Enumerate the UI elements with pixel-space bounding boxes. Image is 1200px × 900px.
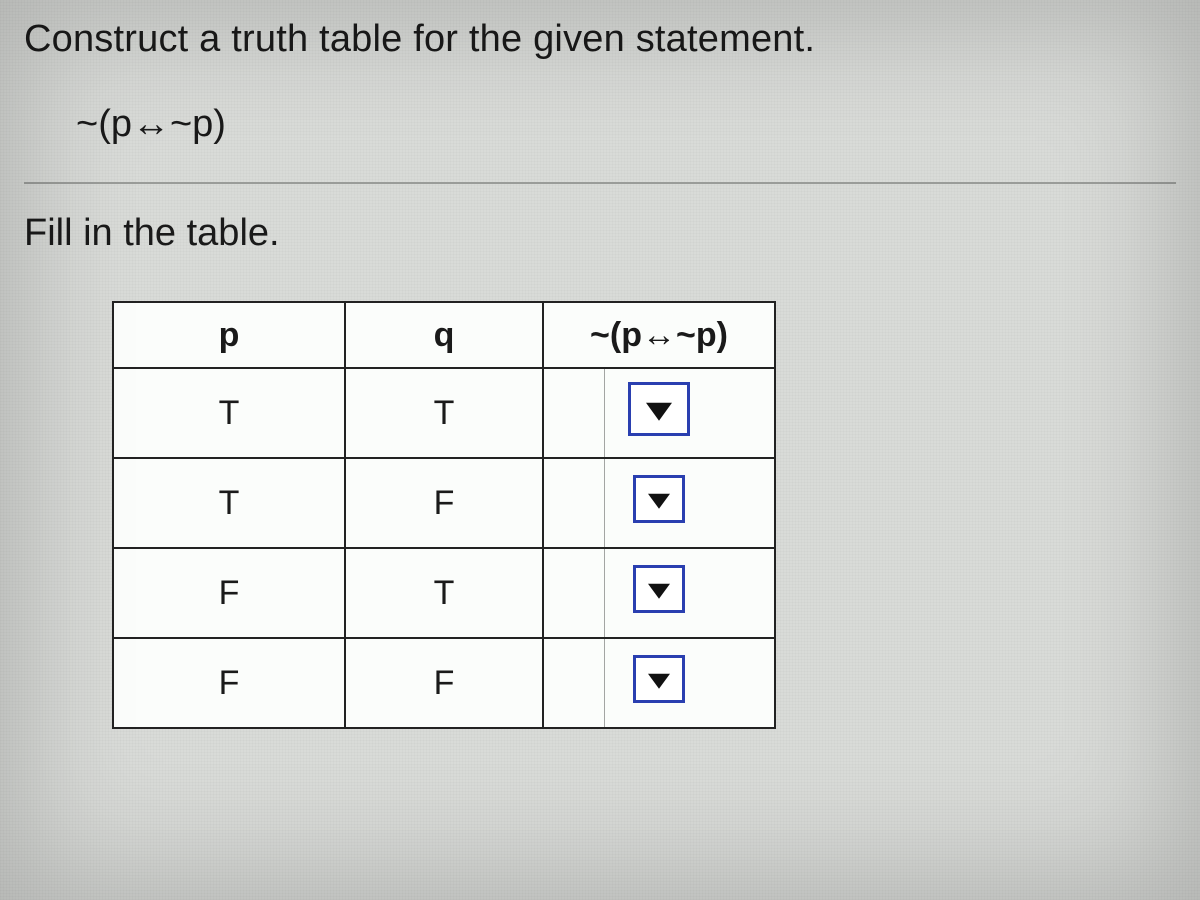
result-dropdown[interactable] (633, 475, 685, 523)
table-row: F F (113, 638, 775, 728)
section-divider (24, 182, 1176, 184)
result-dropdown[interactable] (633, 565, 685, 613)
instruction-text: Fill in the table. (24, 212, 1176, 255)
cell-p: F (113, 638, 345, 728)
cell-result (543, 548, 775, 638)
statement-expression: ~(p↔~p) (76, 103, 1176, 146)
cell-p: F (113, 548, 345, 638)
cell-result (543, 368, 775, 458)
table-header-row: p q ~(p↔~p) (113, 302, 775, 368)
result-dropdown[interactable] (628, 382, 690, 436)
header-result: ~(p↔~p) (543, 302, 775, 368)
result-dropdown[interactable] (633, 655, 685, 703)
header-p: p (113, 302, 345, 368)
table-row: F T (113, 548, 775, 638)
header-q: q (345, 302, 543, 368)
prompt-text: Construct a truth table for the given st… (24, 18, 1176, 61)
truth-table: p q ~(p↔~p) T T T F F T (112, 301, 776, 729)
cell-q: T (345, 368, 543, 458)
cell-result (543, 458, 775, 548)
cell-p: T (113, 458, 345, 548)
exercise-page: Construct a truth table for the given st… (0, 0, 1200, 729)
table-row: T F (113, 458, 775, 548)
table-row: T T (113, 368, 775, 458)
cell-result (543, 638, 775, 728)
cell-q: F (345, 638, 543, 728)
cell-q: T (345, 548, 543, 638)
cell-p: T (113, 368, 345, 458)
cell-q: F (345, 458, 543, 548)
